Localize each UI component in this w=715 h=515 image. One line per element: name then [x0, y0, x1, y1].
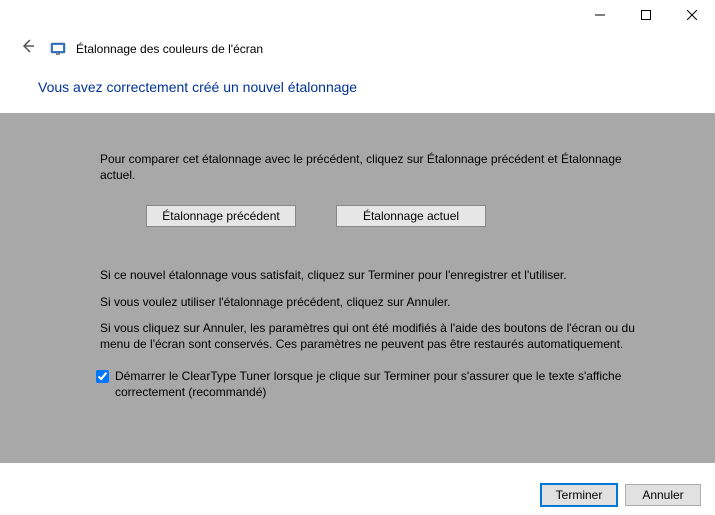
page-heading: Vous avez correctement créé un nouvel ét…: [0, 75, 715, 113]
window-title: Étalonnage des couleurs de l'écran: [76, 42, 263, 56]
cleartype-checkbox-row: Démarrer le ClearType Tuner lorsque je c…: [96, 368, 636, 400]
display-icon: [50, 41, 66, 57]
warning-text: Si vous cliquez sur Annuler, les paramèt…: [100, 320, 640, 352]
minimize-button[interactable]: [577, 0, 623, 30]
header: Étalonnage des couleurs de l'écran: [0, 30, 715, 75]
window-controls: [0, 0, 715, 30]
calibration-toggle-row: Étalonnage précédent Étalonnage actuel: [146, 205, 665, 227]
cleartype-checkbox-label: Démarrer le ClearType Tuner lorsque je c…: [115, 368, 636, 400]
previous-calibration-button[interactable]: Étalonnage précédent: [146, 205, 296, 227]
compare-text: Pour comparer cet étalonnage avec le pré…: [100, 151, 640, 183]
finish-button[interactable]: Terminer: [541, 484, 617, 506]
maximize-button[interactable]: [623, 0, 669, 30]
cleartype-checkbox[interactable]: [96, 370, 109, 383]
footer: Terminer Annuler: [0, 475, 715, 515]
cancel-button[interactable]: Annuler: [625, 484, 701, 506]
back-icon[interactable]: [16, 36, 40, 61]
satisfaction-text: Si ce nouvel étalonnage vous satisfait, …: [100, 267, 640, 283]
current-calibration-button[interactable]: Étalonnage actuel: [336, 205, 486, 227]
content-panel: Pour comparer cet étalonnage avec le pré…: [0, 113, 715, 463]
close-button[interactable]: [669, 0, 715, 30]
cancel-instruction-text: Si vous voulez utiliser l'étalonnage pré…: [100, 294, 640, 310]
